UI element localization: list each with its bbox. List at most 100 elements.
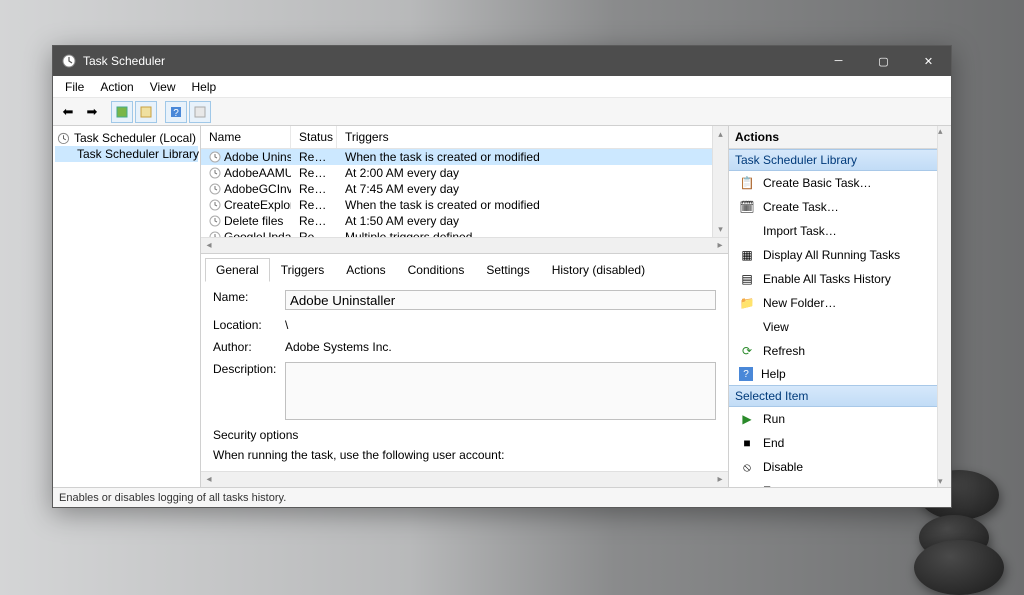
task-row[interactable]: AdobeGCInv…ReadyAt 7:45 AM every day: [201, 181, 728, 197]
scroll-right-icon[interactable]: ▸: [712, 474, 728, 485]
toolbar-button-1[interactable]: [111, 101, 133, 123]
actions-vscroll[interactable]: ▴ ▾: [937, 126, 951, 487]
task-row[interactable]: CreateExplor…ReadyWhen the task is creat…: [201, 197, 728, 213]
blank-icon: [739, 319, 755, 335]
close-button[interactable]: ✕: [906, 46, 951, 76]
task-name: Adobe Unins…: [224, 150, 291, 164]
task-scheduler-window: Task Scheduler ─ ▢ ✕ File Action View He…: [52, 45, 952, 508]
wizard-icon: 📋: [739, 175, 755, 191]
action-export[interactable]: Export…: [729, 479, 951, 487]
tab-conditions[interactable]: Conditions: [397, 258, 476, 282]
action-display-running[interactable]: ▦Display All Running Tasks: [729, 243, 951, 267]
author-label: Author:: [213, 340, 285, 354]
task-row[interactable]: Delete filesReadyAt 1:50 AM every day: [201, 213, 728, 229]
action-new-folder[interactable]: 📁New Folder…: [729, 291, 951, 315]
center-pane: Name Status Triggers Adobe Unins…ReadyWh…: [201, 126, 729, 487]
col-triggers[interactable]: Triggers: [337, 126, 728, 148]
tab-history[interactable]: History (disabled): [541, 258, 656, 282]
clock-icon: [57, 131, 70, 145]
action-help[interactable]: ?Help: [729, 363, 951, 385]
task-status: Ready: [291, 198, 337, 212]
tree-root[interactable]: Task Scheduler (Local): [55, 130, 198, 146]
task-name: GoogleUpda…: [224, 230, 291, 237]
back-button[interactable]: ⬅: [57, 101, 79, 123]
actions-group-selected[interactable]: Selected Item ▴: [729, 385, 951, 407]
col-name[interactable]: Name: [201, 126, 291, 148]
security-line: When running the task, use the following…: [213, 448, 716, 462]
scroll-right-icon[interactable]: ▸: [712, 240, 728, 251]
scroll-up-icon[interactable]: ▴: [938, 126, 951, 137]
import-icon: [739, 223, 755, 239]
menu-file[interactable]: File: [57, 78, 92, 96]
folder-icon: 📁: [739, 295, 755, 311]
task-status: Ready: [291, 150, 337, 164]
task-trigger: Multiple triggers defined: [337, 230, 728, 237]
col-status[interactable]: Status: [291, 126, 337, 148]
menu-action[interactable]: Action: [92, 78, 141, 96]
actions-group-library[interactable]: Task Scheduler Library ▴: [729, 149, 951, 171]
task-row[interactable]: GoogleUpda…ReadyMultiple triggers define…: [201, 229, 728, 237]
task-row[interactable]: AdobeAAMU…ReadyAt 2:00 AM every day: [201, 165, 728, 181]
action-view[interactable]: View▸: [729, 315, 951, 339]
menu-help[interactable]: Help: [184, 78, 225, 96]
action-create-task[interactable]: 🗓Create Task…: [729, 195, 951, 219]
task-name: AdobeAAMU…: [224, 166, 291, 180]
task-vscroll[interactable]: ▴ ▾: [712, 126, 728, 237]
tree-library[interactable]: Task Scheduler Library: [55, 146, 198, 162]
svg-text:?: ?: [173, 108, 179, 119]
task-trigger: At 2:00 AM every day: [337, 166, 728, 180]
menu-view[interactable]: View: [142, 78, 184, 96]
task-trigger: At 1:50 AM every day: [337, 214, 728, 228]
tab-actions[interactable]: Actions: [335, 258, 396, 282]
maximize-button[interactable]: ▢: [861, 46, 906, 76]
task-status: Ready: [291, 166, 337, 180]
description-field[interactable]: [285, 362, 716, 420]
body: Task Scheduler (Local) Task Scheduler Li…: [53, 126, 951, 487]
clock-icon: [209, 215, 221, 227]
task-trigger: At 7:45 AM every day: [337, 182, 728, 196]
task-list: Name Status Triggers Adobe Unins…ReadyWh…: [201, 126, 728, 254]
action-disable[interactable]: ⦸Disable: [729, 455, 951, 479]
details-hscroll[interactable]: ◂ ▸: [201, 471, 728, 487]
window-title: Task Scheduler: [83, 54, 816, 68]
forward-button[interactable]: ➡: [81, 101, 103, 123]
author-value: Adobe Systems Inc.: [285, 340, 716, 354]
titlebar[interactable]: Task Scheduler ─ ▢ ✕: [53, 46, 951, 76]
scroll-left-icon[interactable]: ◂: [201, 474, 217, 485]
name-field[interactable]: [285, 290, 716, 310]
action-end[interactable]: ■End: [729, 431, 951, 455]
scroll-up-icon[interactable]: ▴: [713, 126, 728, 142]
tab-general[interactable]: General: [205, 258, 270, 282]
clock-icon: [209, 199, 221, 211]
action-refresh[interactable]: ⟳Refresh: [729, 339, 951, 363]
scroll-left-icon[interactable]: ◂: [201, 240, 217, 251]
minimize-button[interactable]: ─: [816, 46, 861, 76]
toolbar-button-2[interactable]: [135, 101, 157, 123]
tree-pane: Task Scheduler (Local) Task Scheduler Li…: [53, 126, 201, 487]
action-run[interactable]: ▶Run: [729, 407, 951, 431]
actions-title: Actions: [729, 126, 951, 149]
location-value: \: [285, 318, 716, 332]
clock-icon: [209, 183, 221, 195]
actions-group-label: Task Scheduler Library: [735, 153, 857, 167]
help-toolbar-button[interactable]: ?: [165, 101, 187, 123]
refresh-icon: ⟳: [739, 343, 755, 359]
scroll-down-icon[interactable]: ▾: [713, 221, 728, 237]
export-icon: [739, 483, 755, 487]
tab-settings[interactable]: Settings: [475, 258, 540, 282]
action-import-task[interactable]: Import Task…: [729, 219, 951, 243]
actions-pane: Actions Task Scheduler Library ▴ 📋Create…: [729, 126, 951, 487]
task-rows: Adobe Unins…ReadyWhen the task is create…: [201, 149, 728, 237]
task-status: Ready: [291, 182, 337, 196]
task-row[interactable]: Adobe Unins…ReadyWhen the task is create…: [201, 149, 728, 165]
tree-root-label: Task Scheduler (Local): [74, 131, 196, 145]
status-text: Enables or disables logging of all tasks…: [59, 492, 286, 504]
action-enable-history[interactable]: ▤Enable All Tasks History: [729, 267, 951, 291]
general-panel: Name: Location: \ Author: Adobe Systems …: [201, 282, 728, 471]
location-label: Location:: [213, 318, 285, 332]
action-create-basic-task[interactable]: 📋Create Basic Task…: [729, 171, 951, 195]
tab-triggers[interactable]: Triggers: [270, 258, 336, 282]
toolbar-button-3[interactable]: [189, 101, 211, 123]
task-hscroll[interactable]: ◂ ▸: [201, 237, 728, 253]
scroll-down-icon[interactable]: ▾: [938, 476, 951, 487]
